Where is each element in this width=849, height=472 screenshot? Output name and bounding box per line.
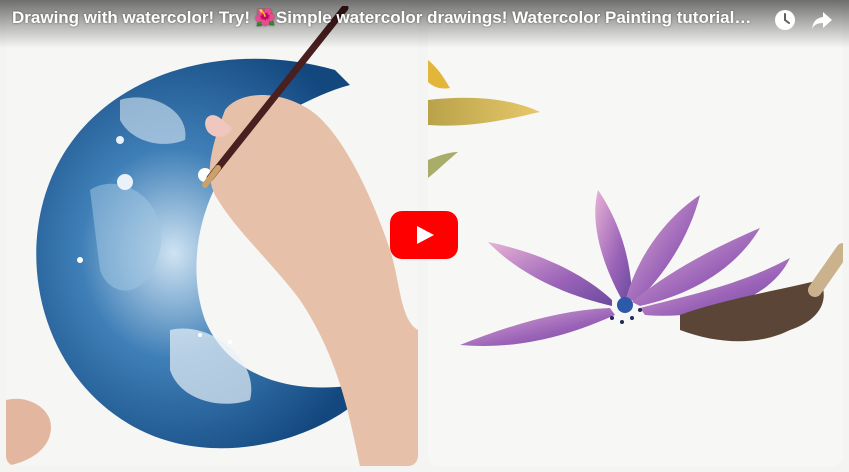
- clock-icon[interactable]: [771, 6, 799, 34]
- share-arrow-icon[interactable]: [808, 6, 836, 34]
- play-icon: [390, 211, 458, 259]
- left-panel-image: [6, 6, 418, 466]
- video-player[interactable]: Drawing with watercolor! Try! 🌺Simple wa…: [0, 0, 849, 472]
- play-button[interactable]: [390, 211, 458, 259]
- video-title[interactable]: Drawing with watercolor! Try! 🌺Simple wa…: [12, 8, 752, 28]
- right-panel-image: [428, 6, 843, 466]
